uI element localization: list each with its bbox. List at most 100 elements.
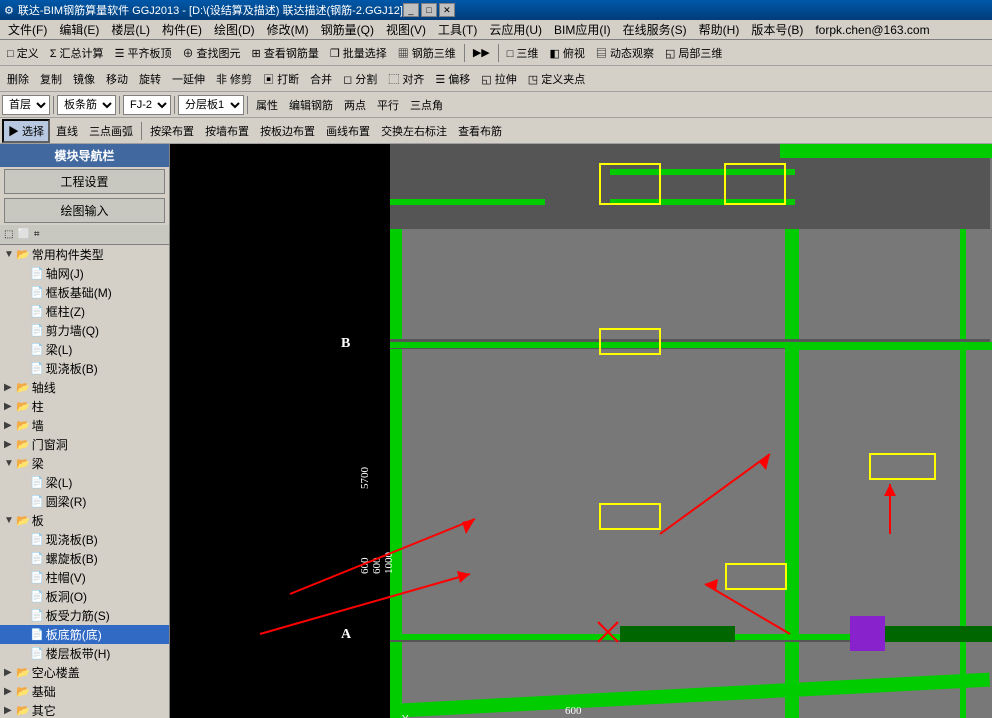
tree-item-door-window[interactable]: ▶📂门窗洞 [0,435,169,454]
project-settings-button[interactable]: 工程设置 [4,169,165,194]
toolbar2-btn-5[interactable]: 一延伸 [167,68,210,90]
tree-item-slab-group[interactable]: ▼📂板 [0,511,169,530]
tree-item-spiral-slab[interactable]: 📄螺旋板(B) [0,549,169,568]
toolbar2-btn-2[interactable]: 镜像 [68,68,100,90]
toolbar1-btn-1[interactable]: Σ 汇总计算 [45,42,109,64]
minimize-button[interactable]: _ [403,3,419,17]
menu-item-11[interactable]: 在线服务(S) [617,19,693,40]
tree-item-slab-hole[interactable]: 📄板洞(O) [0,587,169,606]
toolbar2-btn-9[interactable]: ◻ 分割 [338,68,382,90]
toolbar2-btn-12[interactable]: ◱ 拉伸 [476,68,521,90]
tree-item-column[interactable]: 📄框柱(Z) [0,302,169,321]
layer-select[interactable]: 分层板1 [178,95,244,115]
toolbar4-btn-5[interactable]: 按板边布置 [255,120,320,142]
menu-item-10[interactable]: BIM应用(I) [548,19,617,40]
menu-item-2[interactable]: 楼层(L) [105,19,156,40]
tree-expand-axis[interactable]: ▶ [4,382,16,393]
tree-item-floor-band[interactable]: 📄楼层板带(H) [0,644,169,663]
toolbar1-btn-10[interactable]: ▤ 动态观察 [591,42,659,64]
toolbar1-btn-11[interactable]: ◱ 局部三维 [660,42,727,64]
tree-item-beam[interactable]: 📄梁(L) [0,340,169,359]
tree-expand-foundation2[interactable]: ▶ [4,686,16,697]
menu-item-7[interactable]: 视图(V) [380,19,432,40]
tree-expand-col[interactable]: ▶ [4,401,16,412]
toolbar2-btn-11[interactable]: ☰ 偏移 [430,68,475,90]
toolbar1-btn-4[interactable]: ⊞ 查看钢筋量 [247,42,324,64]
menu-item-12[interactable]: 帮助(H) [693,19,746,40]
tree-item-hollow-slab[interactable]: ▶📂空心楼盖 [0,663,169,682]
toolbar1-btn-7[interactable]: ▶▶ [468,43,495,62]
type-select[interactable]: FJ-2 [123,95,171,115]
menu-item-8[interactable]: 工具(T) [432,19,483,40]
toolbar4-btn-7[interactable]: 交换左右标注 [376,120,452,142]
toolbar1-btn-8[interactable]: □ 三维 [502,42,544,64]
toolbar2-btn-7[interactable]: ▣ 打断 [258,68,304,90]
toolbar2-btn-4[interactable]: 旋转 [134,68,166,90]
toolbar3-btn-0[interactable]: 属性 [251,94,283,116]
tree-item-other[interactable]: ▶📂其它 [0,701,169,718]
menu-item-5[interactable]: 修改(M) [261,19,315,40]
menu-item-14[interactable]: forpk.chen@163.com [809,21,935,39]
tree-expand-common-types[interactable]: ▼ [4,249,16,260]
toolbar1-btn-5[interactable]: ❒ 批量选择 [325,42,392,64]
tree-item-floor-slab[interactable]: 📄现浇板(B) [0,359,169,378]
maximize-button[interactable]: □ [421,3,437,17]
toolbar1-btn-2[interactable]: ☰ 平齐板顶 [110,42,177,64]
toolbar4-btn-3[interactable]: 按梁布置 [145,120,199,142]
toolbar1-btn-3[interactable]: ⊕ 查找图元 [177,42,245,64]
tree-expand-beam-group[interactable]: ▼ [4,458,16,469]
toolbar4-btn-1[interactable]: 直线 [51,120,83,142]
tree-expand-door-window[interactable]: ▶ [4,439,16,450]
toolbar2-btn-1[interactable]: 复制 [35,68,67,90]
menu-item-6[interactable]: 钢筋量(Q) [315,19,380,40]
tree-expand-wall[interactable]: ▶ [4,420,16,431]
menu-item-13[interactable]: 版本号(B) [745,19,809,40]
tree-item-beam-l[interactable]: 📄梁(L) [0,473,169,492]
toolbar2-btn-13[interactable]: ◳ 定义夹点 [523,68,590,90]
drawing-input-button[interactable]: 绘图输入 [4,198,165,223]
tree-item-axis-grid[interactable]: 📄轴网(J) [0,264,169,283]
toolbar4-btn-0[interactable]: ▶ 选择 [2,119,50,143]
toolbar2-btn-8[interactable]: 合并 [305,68,337,90]
toolbar3-btn-2[interactable]: 两点 [339,94,371,116]
tree-item-beam-group[interactable]: ▼📂梁 [0,454,169,473]
tree-item-pillar-cap[interactable]: 📄柱帽(V) [0,568,169,587]
menu-item-3[interactable]: 构件(E) [156,19,208,40]
toolbar2-btn-3[interactable]: 移动 [101,68,133,90]
tree-item-cast-slab[interactable]: 📄现浇板(B) [0,530,169,549]
toolbar4-btn-6[interactable]: 画线布置 [321,120,375,142]
menu-item-1[interactable]: 编辑(E) [53,19,105,40]
tree-item-foundation[interactable]: 📄框板基础(M) [0,283,169,302]
tree-item-axis[interactable]: ▶📂轴线 [0,378,169,397]
tree-item-circle-beam[interactable]: 📄圆梁(R) [0,492,169,511]
tree-expand-hollow-slab[interactable]: ▶ [4,667,16,678]
toolbar3-btn-4[interactable]: 三点角 [405,94,448,116]
tree-expand-other[interactable]: ▶ [4,705,16,716]
toolbar2-btn-0[interactable]: 删除 [2,68,34,90]
toolbar1-btn-9[interactable]: ◧ 俯视 [544,42,589,64]
toolbar2-btn-6[interactable]: 非 修剪 [211,68,257,90]
toolbar4-btn-8[interactable]: 查看布筋 [453,120,507,142]
toolbar1-btn-0[interactable]: □ 定义 [2,42,44,64]
toolbar4-btn-2[interactable]: 三点画弧 [84,120,138,142]
close-button[interactable]: ✕ [439,3,455,17]
toolbar2-btn-10[interactable]: ⬚ 对齐 [383,68,429,90]
toolbar3-btn-3[interactable]: 平行 [372,94,404,116]
menu-item-0[interactable]: 文件(F) [2,19,53,40]
menu-item-9[interactable]: 云应用(U) [483,19,548,40]
toolbar3-btn-1[interactable]: 编辑钢筋 [284,94,338,116]
toolbar4-btn-4[interactable]: 按墙布置 [200,120,254,142]
tree-item-shear-wall[interactable]: 📄剪力墙(Q) [0,321,169,340]
member-select[interactable]: 板条筋 [57,95,116,115]
tree-item-common-types[interactable]: ▼📂常用构件类型 [0,245,169,264]
tree-item-foundation2[interactable]: ▶📂基础 [0,682,169,701]
tree-item-slab-bottom[interactable]: 📄板底筋(底) [0,625,169,644]
tree-item-slab-force[interactable]: 📄板受力筋(S) [0,606,169,625]
tree-item-col[interactable]: ▶📂柱 [0,397,169,416]
canvas-area[interactable]: 5700 600 600 1000 600 B A [170,144,992,718]
menu-item-4[interactable]: 绘图(D) [208,19,261,40]
tree-item-wall[interactable]: ▶📂墙 [0,416,169,435]
tree-expand-slab-group[interactable]: ▼ [4,515,16,526]
toolbar1-btn-6[interactable]: ▦ 钢筋三维 [393,42,461,64]
floor-select[interactable]: 首层 [2,95,50,115]
